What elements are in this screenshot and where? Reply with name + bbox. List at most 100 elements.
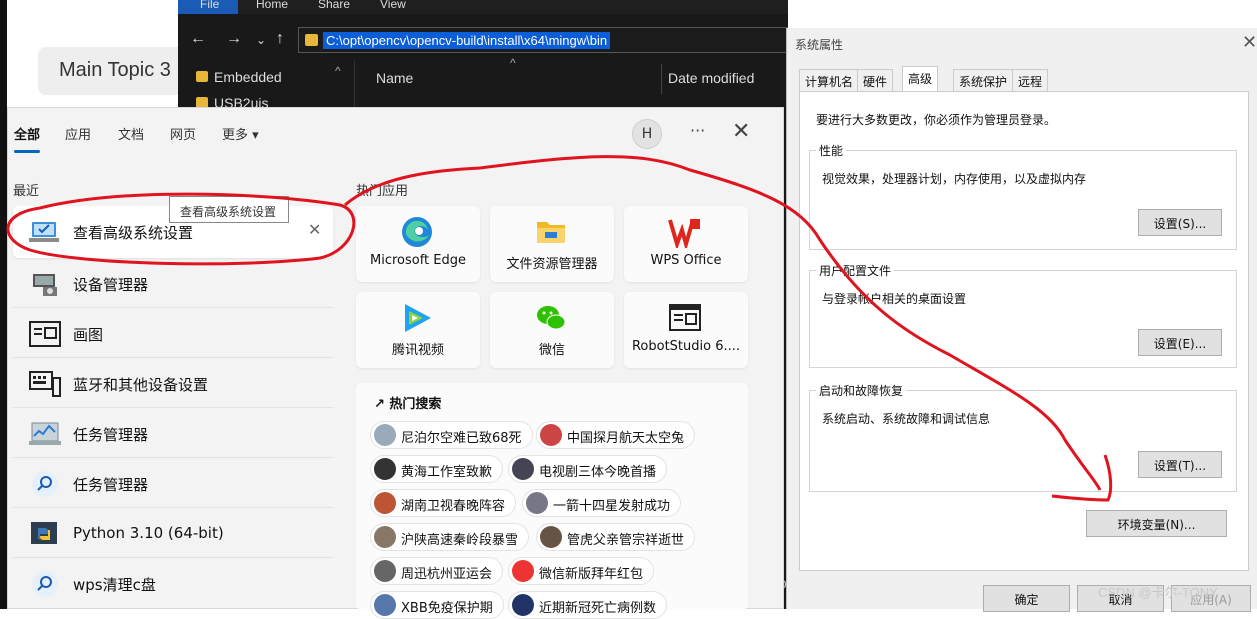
hot-search-chip[interactable]: 黄海工作室致歉 xyxy=(370,455,504,483)
app-tile-label: 腾讯视频 xyxy=(391,343,444,358)
folder-icon xyxy=(305,34,318,46)
wechat-icon xyxy=(537,306,566,330)
thumbnail xyxy=(374,492,396,514)
system-settings-icon xyxy=(29,222,59,242)
hot-search-chip[interactable]: XBB免疫保护期 xyxy=(370,591,504,619)
recent-item-paint[interactable]: 画图 xyxy=(13,308,333,358)
hot-search-chip[interactable]: 电视剧三体今晚首播 xyxy=(508,455,668,483)
search-icon xyxy=(32,471,58,497)
slide-edge xyxy=(0,0,7,609)
tab-more[interactable]: 更多 ▾ xyxy=(222,124,259,143)
startup-settings-button[interactable]: 设置(T)... xyxy=(1138,451,1222,478)
main-topic-node[interactable]: Main Topic 3 xyxy=(38,47,188,95)
user-profiles-group: 用户配置文件 与登录帐户相关的桌面设置 设置(E)... xyxy=(809,262,1237,368)
up-arrow-icon[interactable]: ↑ xyxy=(276,30,284,48)
history-chevron-icon[interactable]: ⌄ xyxy=(256,33,266,47)
hot-search-card: ↗ 热门搜索 尼泊尔空难已致68死 中国探月航天太空兔 黄海工作室致歉 电视剧三… xyxy=(356,383,748,619)
explorer-ribbon: File Home Share View xyxy=(178,0,788,14)
startup-recovery-group: 启动和故障恢复 系统启动、系统故障和调试信息 设置(T)... xyxy=(809,382,1237,492)
paint-icon xyxy=(29,321,61,347)
address-path[interactable]: C:\opt\opencv\opencv-build\install\x64\m… xyxy=(323,32,611,49)
recent-item-wps-clean[interactable]: wps清理c盘 xyxy=(13,558,333,608)
tree-collapse-icon[interactable]: ^ xyxy=(335,64,341,78)
close-icon[interactable]: ✕ xyxy=(1242,32,1257,53)
tab-web[interactable]: 网页 xyxy=(170,124,196,143)
app-tile-wps[interactable]: WPS Office xyxy=(624,206,748,282)
app-tile-label: WPS Office xyxy=(650,253,722,268)
hot-search-chip[interactable]: 中国探月航天太空兔 xyxy=(536,421,696,449)
column-divider[interactable] xyxy=(661,64,662,94)
app-tile-file-explorer[interactable]: 文件资源管理器 xyxy=(490,206,614,282)
user-profiles-settings-button[interactable]: 设置(E)... xyxy=(1138,329,1222,356)
recent-item-task-manager[interactable]: 任务管理器 xyxy=(13,408,333,458)
bluetooth-devices-icon xyxy=(29,371,61,397)
ribbon-tab-share[interactable]: Share xyxy=(318,0,350,11)
app-tile-robotstudio[interactable]: RobotStudio 6.... xyxy=(624,292,748,368)
hot-search-chip[interactable]: 湖南卫视春晚阵容 xyxy=(370,489,517,517)
search-tabs: 全部 应用 文档 网页 更多 ▾ H ··· ✕ xyxy=(8,108,785,156)
hot-search-chip[interactable]: 尼泊尔空难已致68死 xyxy=(370,421,533,449)
python-icon xyxy=(31,522,57,544)
tab-computer-name[interactable]: 计算机名 xyxy=(799,69,860,91)
environment-variables-button[interactable]: 环境变量(N)... xyxy=(1086,510,1227,537)
column-header-date[interactable]: Date modified xyxy=(668,70,754,86)
app-tile-label: 文件资源管理器 xyxy=(506,257,598,272)
recent-item-python[interactable]: Python 3.10 (64-bit) xyxy=(13,508,333,558)
hot-search-chip[interactable]: 周迅杭州亚运会 xyxy=(370,557,504,585)
app-tile-edge[interactable]: Microsoft Edge xyxy=(356,206,480,282)
tab-documents[interactable]: 文档 xyxy=(118,124,144,143)
recent-heading: 最近 xyxy=(13,184,40,199)
address-box[interactable]: C:\opt\opencv\opencv-build\install\x64\m… xyxy=(298,27,788,53)
close-icon[interactable]: ✕ xyxy=(732,119,750,144)
group-description: 与登录帐户相关的桌面设置 xyxy=(822,292,967,306)
thumbnail xyxy=(374,424,396,446)
sort-chevron-icon: ^ xyxy=(510,56,516,70)
group-description: 视觉效果，处理器计划，内存使用，以及虚拟内存 xyxy=(822,172,1087,186)
recent-item-bluetooth[interactable]: 蓝牙和其他设备设置 xyxy=(13,358,333,408)
remove-icon[interactable]: ✕ xyxy=(308,220,321,239)
tab-system-protection[interactable]: 系统保护 xyxy=(953,69,1014,91)
tab-advanced[interactable]: 高级 xyxy=(902,66,939,92)
admin-note: 要进行大多数更改，你必须作为管理员登录。 xyxy=(816,113,1057,127)
tab-apps[interactable]: 应用 xyxy=(65,124,91,143)
thumbnail xyxy=(374,458,396,480)
group-heading: 性能 xyxy=(816,142,847,159)
thumbnail xyxy=(526,492,548,514)
hot-search-chip[interactable]: 微信新版拜年红包 xyxy=(508,557,655,585)
app-tile-wechat[interactable]: 微信 xyxy=(490,292,614,368)
ribbon-tab-home[interactable]: Home xyxy=(256,0,288,11)
app-tile-label: RobotStudio 6.... xyxy=(631,339,741,354)
back-arrow-icon[interactable]: ← xyxy=(190,30,206,48)
more-options-icon[interactable]: ··· xyxy=(690,121,705,140)
group-heading: 用户配置文件 xyxy=(816,262,895,279)
folder-icon xyxy=(196,71,208,82)
recent-item-task-manager-search[interactable]: 任务管理器 xyxy=(13,458,333,508)
recent-item-label: 任务管理器 xyxy=(73,476,149,494)
tab-all[interactable]: 全部 xyxy=(14,124,40,143)
tab-remote[interactable]: 远程 xyxy=(1012,69,1049,91)
hot-search-chip[interactable]: 一箭十四星发射成功 xyxy=(522,489,682,517)
search-panel: 全部 应用 文档 网页 更多 ▾ H ··· ✕ 最近 热门应用 查看高级系统设… xyxy=(7,107,785,619)
avatar[interactable]: H xyxy=(632,119,662,149)
thumbnail xyxy=(374,594,396,616)
tooltip: 查看高级系统设置 xyxy=(169,196,289,223)
recent-item-label: 查看高级系统设置 xyxy=(73,224,194,242)
performance-settings-button[interactable]: 设置(S)... xyxy=(1138,209,1222,236)
system-properties-dialog: 系统属性 ✕ 计算机名 硬件 高级 系统保护 远程 要进行大多数更改，你必须作为… xyxy=(786,28,1257,612)
trend-icon: ↗ xyxy=(374,397,390,412)
thumbnail xyxy=(512,458,534,480)
recent-item-device-manager[interactable]: 设备管理器 xyxy=(13,258,333,308)
ribbon-tab-file[interactable]: File xyxy=(200,0,219,11)
hot-search-chip[interactable]: 近期新冠死亡病例数 xyxy=(508,591,668,619)
tab-hardware[interactable]: 硬件 xyxy=(857,69,894,91)
hot-search-heading: ↗ 热门搜索 xyxy=(374,397,442,412)
active-tab-indicator xyxy=(14,150,40,153)
ribbon-tab-view[interactable]: View xyxy=(380,0,406,11)
app-tile-tencent-video[interactable]: 腾讯视频 xyxy=(356,292,480,368)
hot-search-chip[interactable]: 管虎父亲管宗祥逝世 xyxy=(536,523,696,551)
ok-button[interactable]: 确定 xyxy=(983,585,1070,612)
tree-item-embedded[interactable]: Embedded xyxy=(196,69,282,85)
hot-search-chip[interactable]: 沪陕高速秦岭段暴雪 xyxy=(370,523,530,551)
column-header-name[interactable]: Name xyxy=(376,70,413,86)
forward-arrow-icon[interactable]: → xyxy=(226,30,242,48)
